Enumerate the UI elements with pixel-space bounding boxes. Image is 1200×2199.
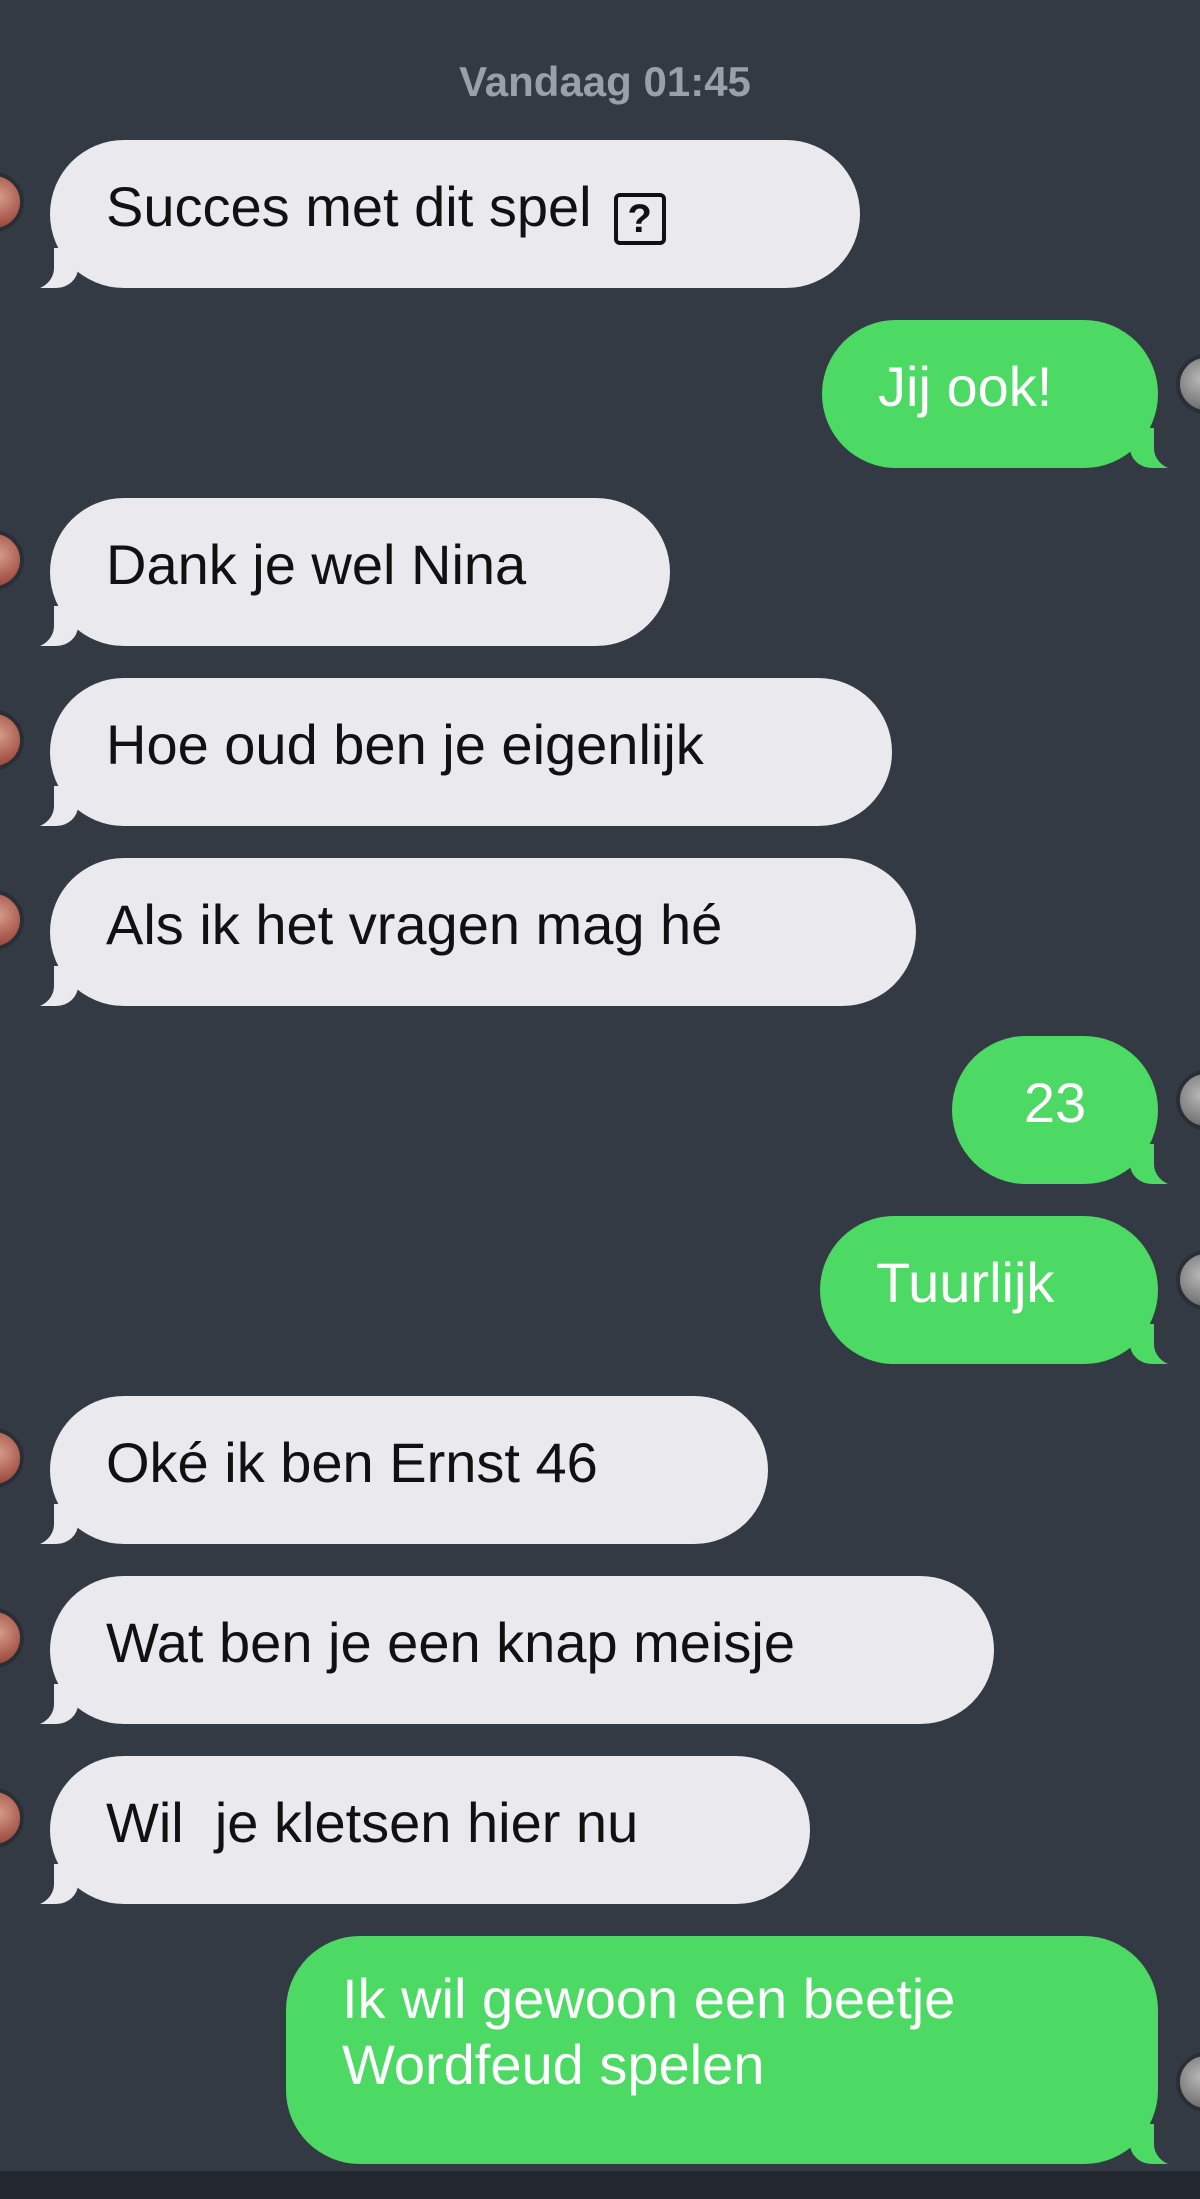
chat-thread: Vandaag 01:45 Succes met dit spel? Jij o… [0,0,1200,2199]
message-bubble-outgoing[interactable]: Ik wil gewoon een beetje Wordfeud spelen [286,1936,1186,2166]
message-text: Oké ik ben Ernst 46 [106,1431,598,1494]
user-avatar[interactable] [1176,2052,1200,2112]
contact-avatar[interactable] [0,1608,24,1668]
user-avatar[interactable] [1176,354,1200,414]
message-bubble-outgoing[interactable]: 23 [952,1036,1186,1186]
message-text: Tuurlijk [876,1251,1055,1314]
contact-avatar[interactable] [0,1788,24,1848]
message-text: Als ik het vragen mag hé [106,893,723,956]
message-text-line: Ik wil gewoon een beetje [342,1967,956,2030]
message-bubble-incoming[interactable]: Wat ben je een knap meisje [22,1576,994,1726]
message-text: Jij ook! [878,355,1053,418]
message-bubble-incoming[interactable]: Wil je kletsen hier nu [22,1756,810,1906]
message-text: Succes met dit spel [106,175,592,238]
message-text: 23 [1023,1071,1087,1134]
contact-avatar[interactable] [0,890,24,950]
message-text: Dank je wel Nina [106,533,527,596]
message-bubble-incoming[interactable]: Dank je wel Nina [22,498,670,648]
bottom-bar [0,2171,1200,2199]
message-text: Wat ben je een knap meisje [106,1611,795,1674]
message-text-line: Wordfeud spelen [342,2033,765,2097]
user-avatar[interactable] [1176,1070,1200,1130]
timestamp: Vandaag 01:45 [459,58,751,105]
message-bubble-incoming[interactable]: Oké ik ben Ernst 46 [22,1396,768,1546]
message-bubble-outgoing[interactable]: Jij ook! [822,320,1186,470]
contact-avatar[interactable] [0,530,24,590]
contact-avatar[interactable] [0,1428,24,1488]
message-bubble-outgoing[interactable]: Tuurlijk [820,1216,1186,1366]
message-text: Hoe oud ben je eigenlijk [106,713,704,776]
message-bubble-incoming[interactable]: Hoe oud ben je eigenlijk [22,678,892,828]
contact-avatar[interactable] [0,172,24,232]
user-avatar[interactable] [1176,1250,1200,1310]
message-text: Wil je kletsen hier nu [106,1791,639,1854]
message-bubble-incoming[interactable]: Succes met dit spel? [22,140,860,290]
message-bubble-incoming[interactable]: Als ik het vragen mag hé [22,858,916,1008]
contact-avatar[interactable] [0,710,24,770]
unknown-emoji-icon: ? [613,193,666,245]
